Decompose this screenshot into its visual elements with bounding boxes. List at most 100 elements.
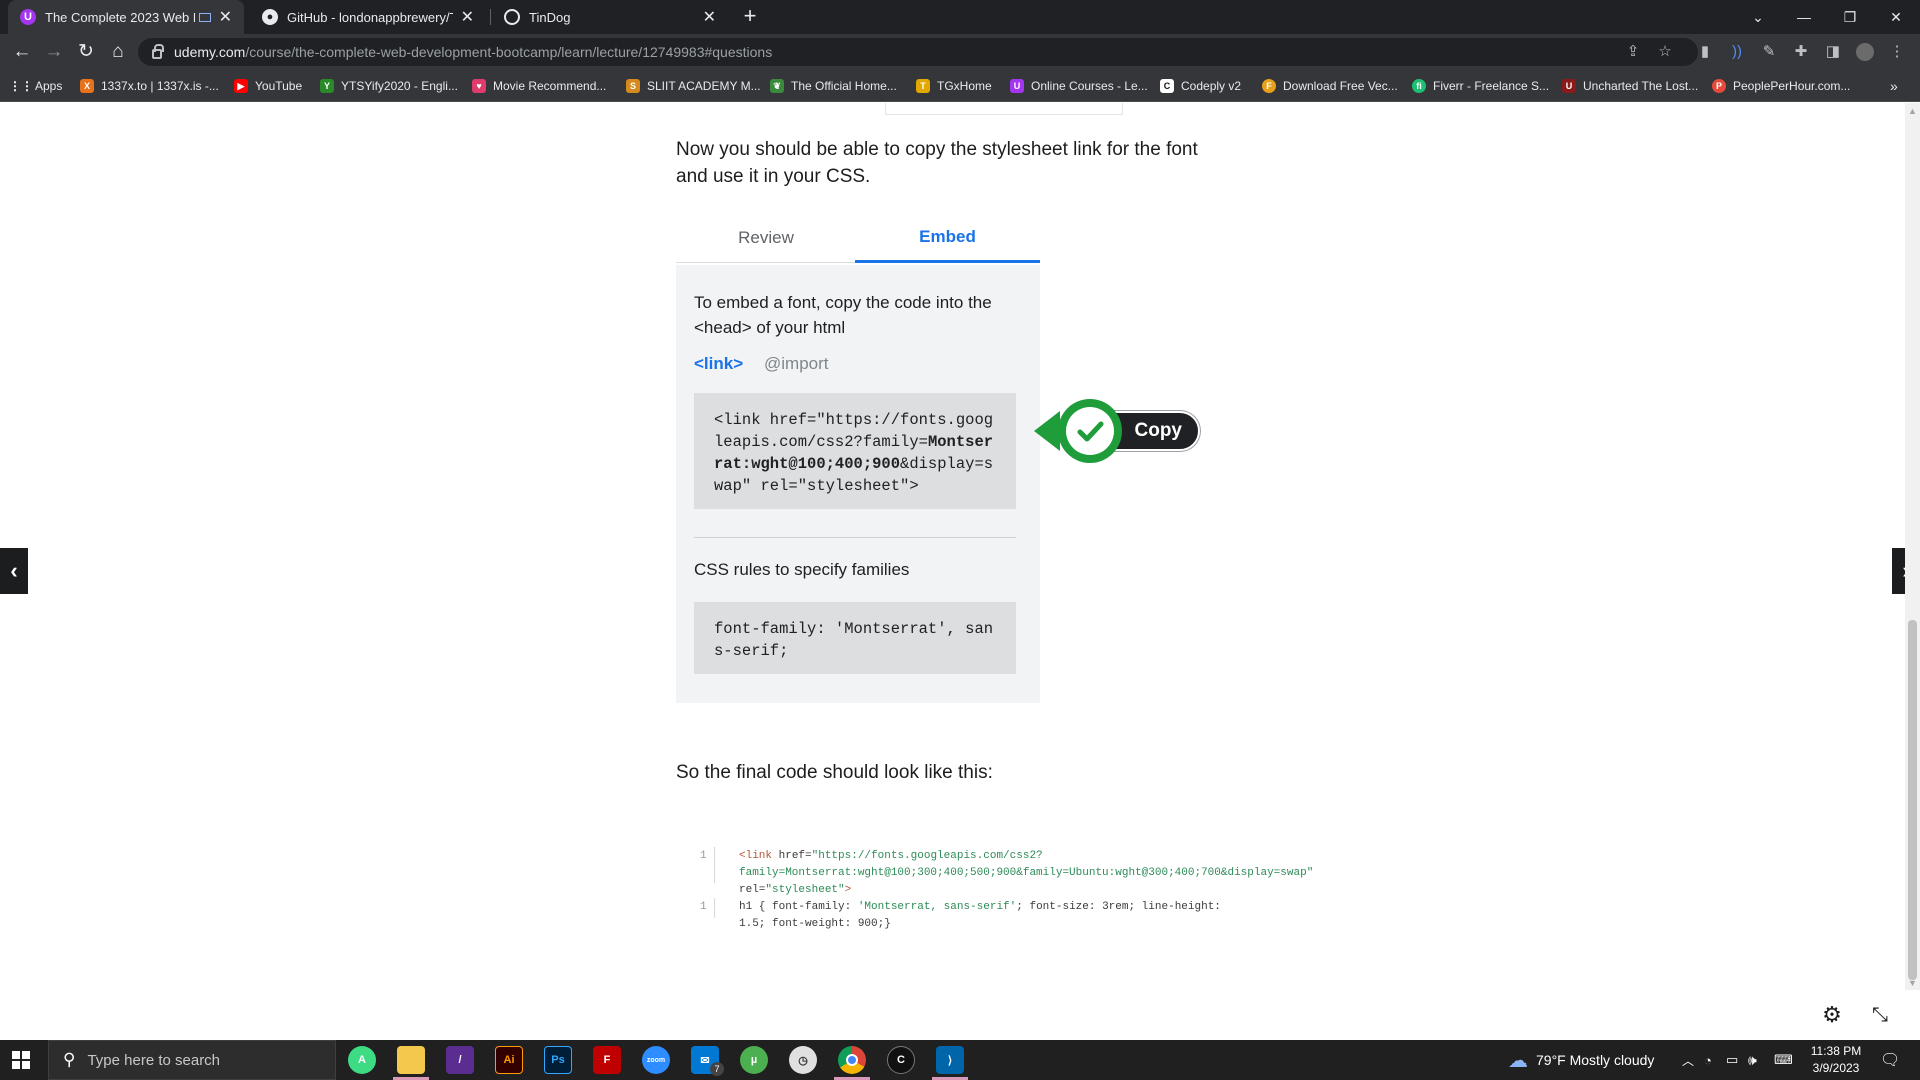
bookmark-item[interactable]: T TGxHome <box>916 77 992 95</box>
link-code-block[interactable]: <link href="https://fonts.googleapis.com… <box>694 393 1016 509</box>
exit-fullscreen-icon[interactable]: ⤡ <box>1868 1003 1892 1027</box>
bookmark-item[interactable]: C Codeply v2 <box>1160 77 1241 95</box>
tab-title: GitHub - londonappbrewery/Tin <box>287 9 453 25</box>
taskbar-search[interactable]: ⚲ Type here to search <box>48 1040 336 1080</box>
css-code-block[interactable]: font-family: 'Montserrat', sans-serif; <box>694 602 1016 674</box>
tab-title: The Complete 2023 Web De <box>45 9 195 25</box>
bookmark-item[interactable]: ♥ Movie Recommend... <box>472 77 606 95</box>
battery-icon[interactable]: ▭ <box>1726 1040 1738 1080</box>
photoshop-icon[interactable]: Ps <box>544 1046 572 1074</box>
bookmark-apps[interactable]: ⋮⋮ Apps <box>9 77 63 95</box>
close-window-button[interactable]: ✕ <box>1873 0 1919 34</box>
close-tab-icon[interactable]: ✕ <box>703 7 716 27</box>
filezilla-icon[interactable]: F <box>593 1046 621 1074</box>
bookmark-item[interactable]: U Uncharted The Lost... <box>1562 77 1698 95</box>
show-hidden-icons[interactable]: ︿ <box>1682 1040 1694 1080</box>
side-panel-icon[interactable]: ◨ <box>1824 43 1842 61</box>
volume-icon[interactable]: 🕪 <box>1748 1040 1757 1080</box>
bookmarks-overflow-icon[interactable]: » <box>1890 77 1898 95</box>
bookmark-label: Online Courses - Le... <box>1031 79 1148 93</box>
reload-button[interactable]: ↻ <box>74 40 98 64</box>
bookmark-item[interactable]: X 1337x.to | 1337x.is -... <box>80 77 219 95</box>
tab-review[interactable]: Review <box>676 213 856 263</box>
tab-udemy[interactable]: U The Complete 2023 Web De ✕ <box>8 0 244 34</box>
mail-badge: 7 <box>710 1062 724 1076</box>
share-icon[interactable]: ⇪ <box>1624 43 1642 61</box>
previous-lecture-button[interactable]: ‹ <box>0 548 28 594</box>
browser-toolbar: ← → ↻ ⌂ udemy.com/course/the-complete-we… <box>0 34 1920 70</box>
extension-icon[interactable]: )) <box>1728 43 1746 61</box>
back-button[interactable]: ← <box>10 40 34 64</box>
extension-icon[interactable]: ▮ <box>1696 43 1714 61</box>
android-studio-icon[interactable]: A <box>348 1046 376 1074</box>
bookmark-item[interactable]: ▶ YouTube <box>234 77 302 95</box>
image-frame-edge <box>885 103 1123 115</box>
vs-icon[interactable]: / <box>446 1046 474 1074</box>
cursor-app-icon[interactable]: C <box>887 1046 915 1074</box>
zoom-icon[interactable]: zoom <box>642 1046 670 1074</box>
scroll-down-arrow[interactable]: ▼ <box>1905 976 1920 990</box>
bookmark-star-icon[interactable]: ☆ <box>1656 43 1674 61</box>
time-text: 11:38 PM <box>1810 1044 1862 1058</box>
network-icon[interactable]: ◔ <box>1704 1040 1712 1080</box>
bookmark-item[interactable]: Y YTSYify2020 - Engli... <box>320 77 458 95</box>
vscode-icon[interactable]: ⟩ <box>936 1046 964 1074</box>
new-tab-button[interactable]: + <box>738 5 762 29</box>
address-bar[interactable]: udemy.com/course/the-complete-web-develo… <box>138 38 1698 66</box>
settings-app-icon[interactable]: ◷ <box>789 1046 817 1074</box>
extensions-puzzle-icon[interactable]: ✚ <box>1792 43 1810 61</box>
close-tab-icon[interactable]: ✕ <box>461 7 474 27</box>
github-icon: ● <box>262 9 278 25</box>
tgx-icon: T <box>916 79 930 93</box>
minimize-button[interactable]: — <box>1781 0 1827 34</box>
menu-kebab-icon[interactable]: ⋮ <box>1888 43 1906 61</box>
restore-button[interactable]: ❐ <box>1827 0 1873 34</box>
copy-button[interactable]: Copy <box>1034 399 1200 463</box>
final-code-paragraph: So the final code should look like this: <box>676 762 993 783</box>
keyboard-icon[interactable]: ⌨ <box>1774 1040 1793 1080</box>
bookmark-label: YouTube <box>255 79 303 93</box>
illustrator-icon[interactable]: Ai <box>495 1046 523 1074</box>
freepik-icon: F <box>1262 79 1276 93</box>
bookmark-item[interactable]: S SLIIT ACADEMY M... <box>626 77 761 95</box>
forward-button[interactable]: → <box>42 40 66 64</box>
fiverr-icon: fi <box>1412 79 1426 93</box>
tab-search-icon[interactable]: ⌄ <box>1735 0 1781 34</box>
gutter-bar <box>714 898 715 918</box>
tab-embed[interactable]: Embed <box>855 213 1040 263</box>
tab-github[interactable]: ● GitHub - londonappbrewery/Tin ✕ <box>250 0 486 34</box>
bookmark-item[interactable]: U Online Courses - Le... <box>1010 77 1148 95</box>
option-import[interactable]: @import <box>764 354 829 374</box>
weather-widget[interactable]: ☁ 79°F Mostly cloudy <box>1508 1040 1654 1080</box>
bookmark-item[interactable]: fi Fiverr - Freelance S... <box>1412 77 1549 95</box>
bookmark-label: Apps <box>35 79 63 93</box>
file-explorer-icon[interactable] <box>397 1046 425 1074</box>
close-tab-icon[interactable]: ✕ <box>219 7 232 27</box>
utorrent-icon[interactable]: µ <box>740 1046 768 1074</box>
bookmark-label: SLIIT ACADEMY M... <box>647 79 761 93</box>
scroll-up-arrow[interactable]: ▲ <box>1905 104 1920 118</box>
chrome-icon[interactable] <box>838 1046 866 1074</box>
code-tag: <link <box>739 850 773 862</box>
clock[interactable]: 11:38 PM 3/9/2023 <box>1806 1043 1866 1077</box>
tab-tindog[interactable]: TinDog ✕ <box>492 0 728 34</box>
scrollbar-thumb[interactable] <box>1908 620 1917 980</box>
search-placeholder: Type here to search <box>87 1051 221 1069</box>
bookmark-item[interactable]: F Download Free Vec... <box>1262 77 1398 95</box>
code-string: 'Montserrat, sans-serif' <box>857 901 1017 913</box>
bookmark-item[interactable]: ❦ The Official Home... <box>770 77 897 95</box>
panel-tabs: Review Embed <box>676 213 1040 263</box>
pen-icon[interactable]: ✎ <box>1760 43 1778 61</box>
home-button[interactable]: ⌂ <box>106 40 130 64</box>
notifications-icon[interactable]: 🗨 <box>1880 1040 1900 1080</box>
avatar[interactable] <box>1856 43 1874 61</box>
bookmark-label: Fiverr - Freelance S... <box>1433 79 1550 93</box>
udemy-icon: U <box>20 9 36 25</box>
bookmark-label: Download Free Vec... <box>1283 79 1398 93</box>
bookmark-item[interactable]: P PeoplePerHour.com... <box>1712 77 1850 95</box>
settings-gear-icon[interactable]: ⚙ <box>1820 1003 1844 1027</box>
option-link[interactable]: <link> <box>694 354 743 374</box>
lecture-page: Now you should be able to copy the style… <box>0 103 1920 1040</box>
browser-tab-strip: U The Complete 2023 Web De ✕ ● GitHub - … <box>0 0 1920 34</box>
windows-start-icon[interactable] <box>12 1051 30 1069</box>
